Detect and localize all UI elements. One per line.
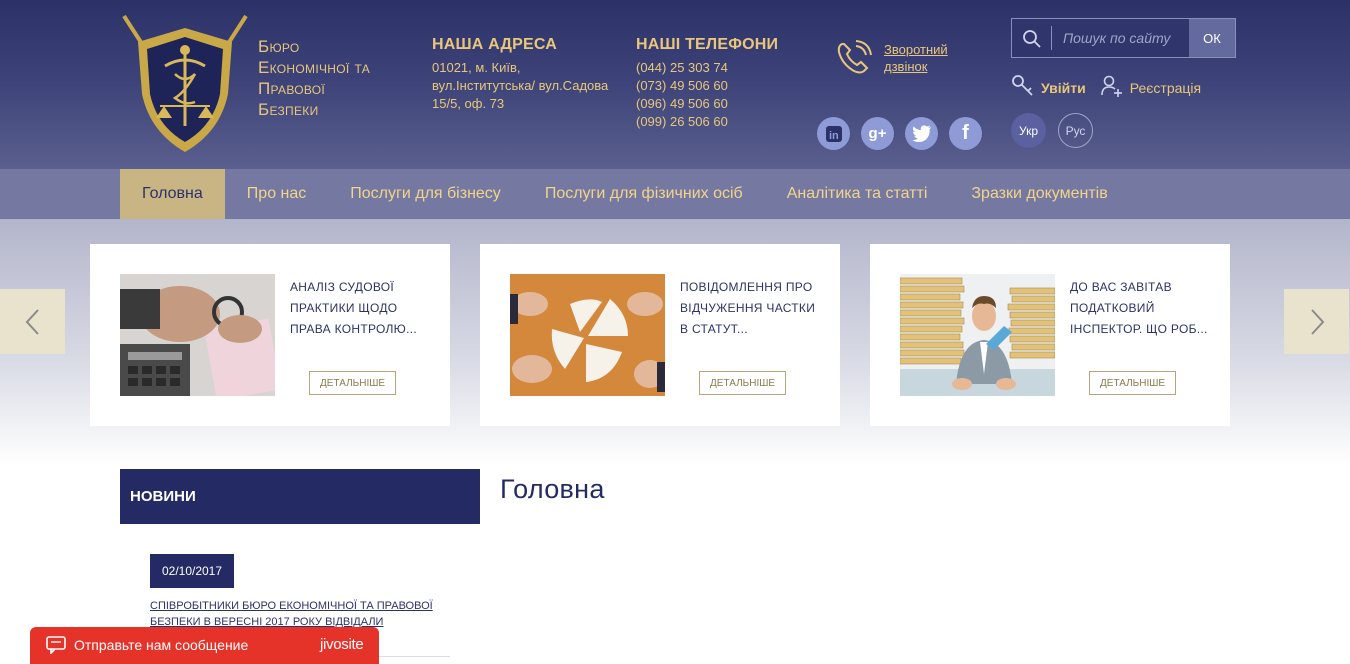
- logo-emblem[interactable]: [120, 14, 250, 156]
- lang-rus-button[interactable]: Рус: [1058, 113, 1093, 148]
- search-submit-button[interactable]: ОК: [1189, 19, 1235, 57]
- svg-text:in: in: [829, 130, 839, 142]
- callback-line-1: Зворотний: [884, 42, 948, 57]
- callback-link[interactable]: Зворотний дзвінок: [884, 41, 948, 75]
- chevron-right-icon: [1310, 308, 1324, 335]
- address-line-3: 15/5, оф. 73: [432, 96, 505, 111]
- nav-item-personal-services[interactable]: Послуги для фізичних осіб: [523, 169, 765, 219]
- article-image[interactable]: [899, 274, 1056, 396]
- article-card: АНАЛІЗ СУДОВОЇ ПРАКТИКИ ЩОДО ПРАВА КОНТР…: [90, 244, 450, 426]
- login-link[interactable]: Увійти: [1011, 74, 1086, 101]
- brand-line-1: Бюро: [258, 37, 300, 56]
- article-title[interactable]: ПОВІДОМЛЕННЯ ПРО ВІДЧУЖЕННЯ ЧАСТКИ В СТА…: [680, 277, 820, 340]
- slider-prev-button[interactable]: [0, 289, 65, 354]
- chat-widget-button[interactable]: Отправьте нам сообщение jivosite: [30, 627, 379, 664]
- phone-number-1[interactable]: (044) 25 303 74: [636, 59, 778, 77]
- article-card: ДО ВАС ЗАВІТАВ ПОДАТКОВИЙ ІНСПЕКТОР. ЩО …: [870, 244, 1230, 426]
- article-title[interactable]: ДО ВАС ЗАВІТАВ ПОДАТКОВИЙ ІНСПЕКТОР. ЩО …: [1070, 277, 1210, 340]
- add-user-icon: [1100, 74, 1124, 101]
- chevron-left-icon: [25, 308, 39, 335]
- login-label: Увійти: [1041, 79, 1086, 96]
- article-image[interactable]: [510, 274, 666, 396]
- phone-number-2[interactable]: (073) 49 506 60: [636, 77, 778, 95]
- page-title: Головна: [500, 474, 605, 504]
- lang-ukr-button[interactable]: Укр: [1011, 113, 1046, 148]
- register-link[interactable]: Реєстрація: [1100, 74, 1201, 101]
- brand-name[interactable]: Бюро Економічної та Правової Безпеки: [258, 36, 370, 120]
- twitter-icon[interactable]: [905, 117, 938, 150]
- main-nav: Головна Про нас Послуги для бізнесу Посл…: [0, 169, 1350, 219]
- details-button[interactable]: ДЕТАЛЬНІШЕ: [1089, 371, 1177, 395]
- nav-item-business-services[interactable]: Послуги для бізнесу: [328, 169, 523, 219]
- phones-title: НАШІ ТЕЛЕФОНИ: [636, 36, 779, 53]
- search-divider: [1051, 26, 1052, 50]
- address-line-1: 01021, м. Київ,: [432, 60, 521, 75]
- article-image[interactable]: [120, 274, 281, 401]
- news-header: НОВИНИ: [120, 469, 480, 524]
- brand-line-3: Правової: [258, 79, 326, 98]
- social-links: in g+ f: [817, 117, 982, 150]
- chat-label: Отправьте нам сообщение: [74, 637, 249, 653]
- news-date-badge: 02/10/2017: [150, 554, 234, 588]
- address-line-2: вул.Інститутська/ вул.Садова: [432, 78, 609, 93]
- language-switcher: Укр Рус: [1011, 113, 1093, 148]
- details-button[interactable]: ДЕТАЛЬНІШЕ: [309, 371, 397, 395]
- article-title[interactable]: АНАЛІЗ СУДОВОЇ ПРАКТИКИ ЩОДО ПРАВА КОНТР…: [290, 277, 430, 340]
- slider-next-button[interactable]: [1284, 289, 1349, 354]
- phone-ringing-icon: [834, 38, 874, 78]
- google-plus-icon[interactable]: g+: [861, 117, 894, 150]
- nav-item-home[interactable]: Головна: [120, 169, 225, 219]
- details-button[interactable]: ДЕТАЛЬНІШЕ: [699, 371, 787, 395]
- auth-links: Увійти Реєстрація: [1011, 74, 1201, 101]
- brand-line-4: Безпеки: [258, 100, 319, 119]
- nav-item-analytics[interactable]: Аналітика та статті: [765, 169, 950, 219]
- search-icon[interactable]: [1021, 28, 1043, 50]
- phones-block: НАШІ ТЕЛЕФОНИ (044) 25 303 74 (073) 49 5…: [636, 36, 778, 131]
- chat-icon: [46, 636, 66, 655]
- nav-item-templates[interactable]: Зразки документів: [949, 169, 1129, 219]
- address-block: НАША АДРЕСА 01021, м. Київ, вул.Інститут…: [432, 36, 608, 113]
- site-header: Бюро Економічної та Правової Безпеки НАШ…: [0, 0, 1350, 169]
- key-icon: [1011, 74, 1035, 101]
- search-input[interactable]: [1058, 19, 1190, 57]
- facebook-icon[interactable]: f: [949, 117, 982, 150]
- chat-brand: jivosite: [320, 636, 364, 653]
- nav-item-about[interactable]: Про нас: [225, 169, 328, 219]
- address-title: НАША АДРЕСА: [432, 36, 557, 53]
- callback-line-2: дзвінок: [884, 59, 928, 74]
- phone-number-4[interactable]: (099) 26 506 60: [636, 113, 778, 131]
- brand-line-2: Економічної та: [258, 58, 371, 77]
- linkedin-icon[interactable]: in: [817, 117, 850, 150]
- register-label: Реєстрація: [1129, 79, 1202, 96]
- search-box: ОК: [1011, 18, 1236, 58]
- phone-number-3[interactable]: (096) 49 506 60: [636, 95, 778, 113]
- article-card: ПОВІДОМЛЕННЯ ПРО ВІДЧУЖЕННЯ ЧАСТКИ В СТА…: [480, 244, 840, 426]
